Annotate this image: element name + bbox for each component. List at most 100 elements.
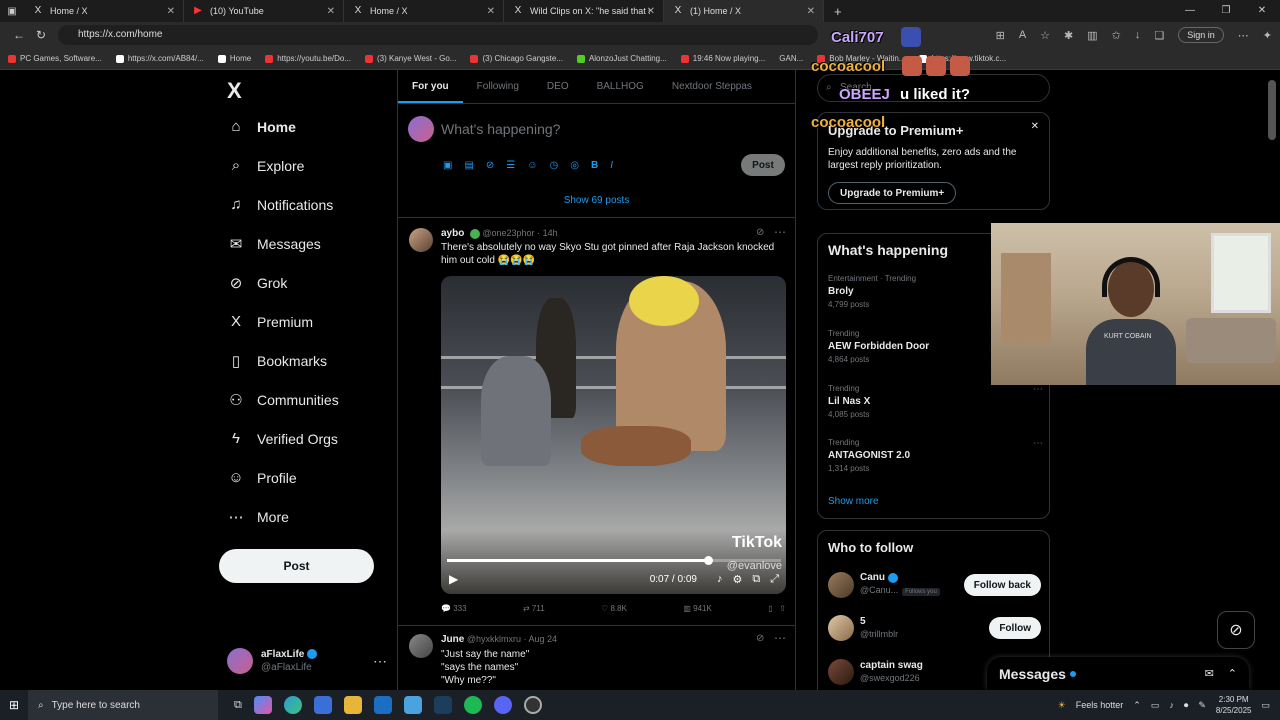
grok-icon[interactable]: ⊘: [756, 227, 764, 238]
follow-suggestion[interactable]: Canu @Canu... Follows you Follow back: [828, 571, 1041, 599]
sidebar-item-messages[interactable]: ✉ Messages: [227, 235, 321, 253]
windows-start-icon[interactable]: ⊞: [0, 698, 28, 712]
browser-tab-4[interactable]: X Wild Clips on X: "he said that shi ✕: [504, 0, 664, 22]
sidebar-item-bookmarks[interactable]: ▯ Bookmarks: [227, 352, 327, 370]
sidebar-item-more[interactable]: ⋯ More: [227, 508, 289, 526]
volume-icon[interactable]: ♪: [717, 573, 723, 585]
browser-tab-5[interactable]: X (1) Home / X ✕: [664, 0, 824, 22]
play-icon[interactable]: ▶: [449, 572, 458, 586]
bookmark-item[interactable]: GAN...: [779, 54, 803, 63]
apps-icon[interactable]: ⊞: [996, 29, 1005, 42]
more-icon[interactable]: ⋯: [774, 225, 786, 239]
browser-tab-2[interactable]: ▶ (10) YouTube ✕: [184, 0, 344, 22]
tweet-author[interactable]: aybo: [441, 228, 464, 239]
read-aloud-icon[interactable]: A: [1019, 29, 1026, 41]
copilot-icon[interactable]: ✦: [1263, 29, 1272, 42]
sidebar-item-verified-orgs[interactable]: ϟ Verified Orgs: [227, 430, 338, 447]
image-icon[interactable]: ▣: [443, 160, 452, 171]
show-posts-link[interactable]: Show 69 posts: [398, 190, 795, 218]
bold-icon[interactable]: B: [591, 160, 598, 171]
settings-icon[interactable]: ⚙: [732, 573, 742, 586]
show-more-link[interactable]: Show more: [828, 496, 879, 507]
close-icon[interactable]: ✕: [167, 6, 175, 17]
bookmark-item[interactable]: (3) Chicago Gangste...: [470, 54, 563, 63]
close-icon[interactable]: ✕: [1031, 121, 1039, 132]
picture-in-picture-icon[interactable]: ⧉: [752, 573, 760, 586]
trend-item[interactable]: Trending Lil Nas X 4,085 posts ⋯: [828, 384, 1043, 419]
reply-button[interactable]: 💬 333: [441, 604, 467, 613]
downloads-icon[interactable]: ↓: [1135, 29, 1141, 41]
obs-icon[interactable]: [523, 696, 542, 714]
tweet[interactable]: aybo @one23phor · 14h ⊘ ⋯ There's absolu…: [398, 220, 795, 625]
settings-more-icon[interactable]: ⋯: [1238, 29, 1249, 42]
bookmark-icon[interactable]: ▯: [768, 604, 772, 613]
split-screen-icon[interactable]: ▥: [1087, 29, 1097, 42]
steam-icon[interactable]: [433, 696, 452, 714]
tab-for-you[interactable]: For you: [398, 70, 463, 103]
weather-text[interactable]: Feels hotter: [1076, 700, 1124, 710]
grok-floating-button[interactable]: ⊘: [1217, 611, 1255, 649]
new-message-icon[interactable]: ✉: [1205, 667, 1214, 680]
views-button[interactable]: ▥ 941K: [683, 604, 711, 613]
video-progress-knob[interactable]: [703, 556, 713, 565]
mic-icon[interactable]: ⏺: [1184, 700, 1189, 711]
extensions-icon[interactable]: ✱: [1064, 29, 1073, 42]
trend-item[interactable]: Trending ANTAGONIST 2.0 1,314 posts ⋯: [828, 438, 1043, 473]
sidebar-item-premium[interactable]: X Premium: [227, 313, 313, 330]
outlook-icon[interactable]: [373, 696, 392, 714]
bookmark-item[interactable]: 19:46 Now playing...: [680, 54, 765, 63]
chevron-up-icon[interactable]: ⌃: [1228, 667, 1237, 680]
sidebar-item-communities[interactable]: ⚇ Communities: [227, 391, 338, 409]
bookmark-item[interactable]: https://x.com/AB84/...: [115, 54, 204, 63]
taskbar-search[interactable]: ⌕ Type here to search: [28, 690, 218, 720]
scrollbar[interactable]: [1268, 80, 1276, 140]
url-field[interactable]: https://x.com/home: [58, 25, 818, 45]
location-icon[interactable]: ◎: [570, 160, 579, 171]
window-menu-icon[interactable]: ▣: [0, 6, 24, 17]
close-icon[interactable]: ✕: [647, 6, 655, 17]
emoji-icon[interactable]: ☺: [527, 160, 537, 171]
close-window-icon[interactable]: ✕: [1244, 0, 1280, 22]
compose-post-button[interactable]: Post: [741, 154, 785, 176]
compose-input[interactable]: What's happening?: [441, 121, 560, 137]
sidebar-item-profile[interactable]: ☺ Profile: [227, 469, 296, 486]
restore-icon[interactable]: ❐: [1208, 0, 1244, 22]
pen-icon[interactable]: ✎: [1198, 700, 1206, 711]
photos-icon[interactable]: [403, 696, 422, 714]
bookmark-item[interactable]: AlonzoJust Chatting...: [576, 54, 667, 63]
network-icon[interactable]: ▭: [1151, 700, 1160, 711]
copilot-icon[interactable]: [253, 696, 272, 714]
sidebar-item-home[interactable]: ⌂ Home: [227, 118, 295, 135]
video-progress[interactable]: [447, 556, 781, 565]
schedule-icon[interactable]: ◷: [549, 160, 558, 171]
close-icon[interactable]: ✕: [327, 6, 335, 17]
gif-icon[interactable]: ▤: [464, 160, 473, 171]
tweet[interactable]: June @hyxkklmxru · Aug 24 ⊘ ⋯ "Just say …: [398, 626, 795, 690]
italic-icon[interactable]: I: [610, 160, 613, 171]
more-icon[interactable]: ⋯: [774, 631, 786, 645]
tab-ballhog[interactable]: BALLHOG: [583, 70, 658, 103]
repost-button[interactable]: ⇄ 711: [523, 604, 545, 613]
post-button[interactable]: Post: [219, 549, 374, 583]
more-icon[interactable]: ⋯: [373, 653, 387, 670]
x-logo-icon[interactable]: X: [227, 78, 242, 104]
account-switcher[interactable]: aFlaxLife @aFlaxLife ⋯: [227, 648, 387, 674]
favorites-icon[interactable]: ✩: [1112, 29, 1121, 42]
tab-following[interactable]: Following: [463, 70, 533, 103]
sign-in-button[interactable]: Sign in: [1178, 27, 1224, 43]
file-explorer-icon[interactable]: [343, 696, 362, 714]
minimize-icon[interactable]: —: [1172, 0, 1208, 22]
edge-icon[interactable]: [283, 696, 302, 714]
sidebar-item-explore[interactable]: ⌕ Explore: [227, 157, 305, 174]
bookmark-item[interactable]: (3) Kanye West - Go...: [365, 54, 456, 63]
refresh-icon[interactable]: ↻: [30, 28, 52, 42]
more-icon[interactable]: ⋯: [1033, 384, 1043, 395]
bookmark-item[interactable]: https://youtu.be/Do...: [265, 54, 351, 63]
tweet-author[interactable]: June: [441, 634, 464, 645]
video-player[interactable]: TikTok @evanlove ▶ 0:07 / 0:09 ♪ ⚙ ⧉ ⤢: [441, 276, 786, 594]
favorite-star-icon[interactable]: ☆: [1040, 29, 1050, 42]
upgrade-premium-button[interactable]: Upgrade to Premium+: [828, 182, 957, 204]
follow-back-button[interactable]: Follow back: [963, 574, 1041, 596]
tab-nextdoor-steppas[interactable]: Nextdoor Steppas: [658, 70, 766, 103]
follow-suggestion[interactable]: 5 @trillmblr Follow: [828, 615, 1041, 641]
